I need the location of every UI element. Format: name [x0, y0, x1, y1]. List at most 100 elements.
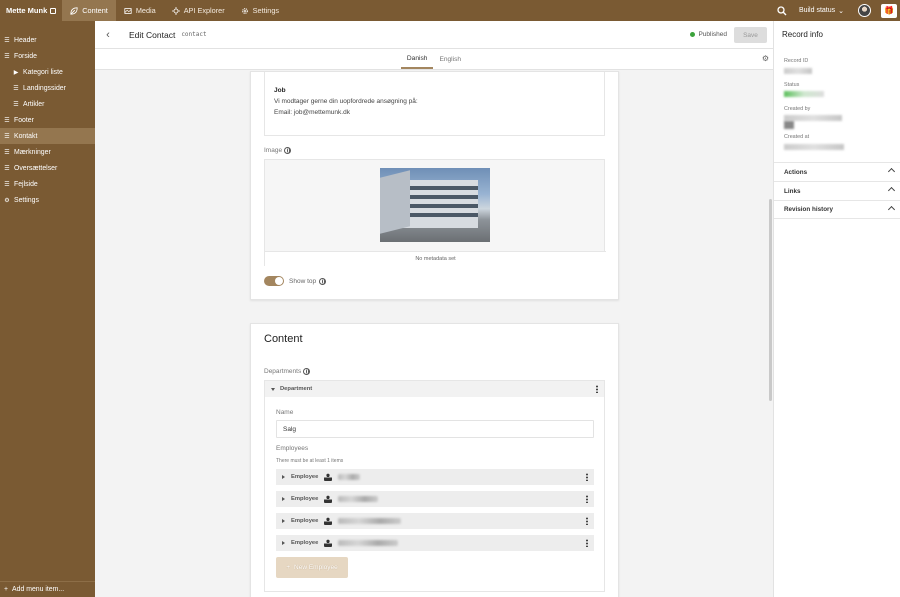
caret-down-icon[interactable]	[271, 387, 275, 391]
save-button[interactable]: Save	[734, 27, 767, 43]
person-icon	[324, 495, 333, 503]
show-top-label: Show top	[289, 278, 317, 285]
project-switcher[interactable]: Mette Munk	[0, 0, 62, 21]
menu-icon: ☰	[4, 149, 10, 156]
project-name: Mette Munk	[6, 6, 48, 15]
build-status-dropdown[interactable]: Build status ⌄	[799, 7, 844, 15]
more-options-icon[interactable]	[586, 517, 588, 525]
tab-settings[interactable]: Settings	[233, 0, 287, 21]
more-options-icon[interactable]	[596, 385, 598, 393]
person-icon	[324, 539, 333, 547]
sidebar-item-forside[interactable]: ☰ Forside	[0, 48, 95, 64]
record-id-label: Record ID	[784, 58, 809, 64]
build-status-label: Build status	[798, 7, 836, 14]
globe-icon	[284, 147, 292, 154]
sidebar-item-footer[interactable]: ☰ Footer	[0, 112, 95, 128]
sidebar-item-kategori-liste[interactable]: ▶ Kategori liste	[0, 64, 95, 80]
tab-media[interactable]: Media	[116, 0, 164, 21]
more-options-icon[interactable]	[586, 495, 588, 503]
employees-hint: There must be at least 1 items	[276, 458, 344, 464]
chevron-up-icon[interactable]	[887, 205, 896, 214]
add-menu-item-label: Add menu item...	[12, 586, 65, 593]
search-icon[interactable]	[777, 5, 787, 16]
sidebar-item-oversaettelser[interactable]: ☰ Oversættelser	[0, 160, 95, 176]
employee-row[interactable]: Employee	[276, 513, 594, 529]
record-info-panel: Record info Record ID Status Created by …	[773, 21, 900, 597]
scrollbar[interactable]	[769, 199, 772, 401]
more-options-icon[interactable]	[586, 473, 588, 481]
menu-icon: ☰	[13, 101, 19, 108]
api-icon	[171, 6, 180, 15]
record-editor: ‹ Edit Contact contact Published Save Da…	[95, 21, 773, 597]
sidebar-item-fejlside[interactable]: ☰ Fejlside	[0, 176, 95, 192]
caret-right-icon[interactable]	[282, 519, 285, 523]
gear-icon	[241, 7, 248, 14]
sidebar-item-kontakt[interactable]: ☰ Kontakt	[0, 128, 95, 144]
department-title: Department	[280, 386, 313, 392]
employee-label: Employee	[291, 540, 319, 546]
chevron-up-icon[interactable]	[887, 186, 896, 195]
actions-section[interactable]: Actions	[774, 162, 900, 181]
building-photo[interactable]	[380, 168, 490, 242]
gift-icon[interactable]: 🎁	[881, 3, 897, 18]
created-at-label: Created at	[784, 134, 810, 140]
departments-label: Departments	[264, 368, 302, 375]
sidebar-item-label: Oversættelser	[14, 164, 58, 172]
image-field-label: Image	[264, 147, 292, 154]
tab-danish[interactable]: Danish	[400, 49, 434, 69]
content-sidebar: ☰ Header ☰ Forside ▶ Kategori liste ☰ Landin…	[0, 21, 95, 597]
sidebar-item-landingssider[interactable]: ☰ Landingssider	[0, 80, 95, 96]
created-by-label: Created by	[784, 106, 811, 112]
sidebar-item-maerkninger[interactable]: ☰ Mærkninger	[0, 144, 95, 160]
plus-icon: +	[4, 586, 9, 593]
sidebar-item-label: Kategori liste	[23, 68, 63, 76]
employees-label: Employees	[276, 445, 309, 452]
editor-scroll-area[interactable]: Job Vi modtager gerne din uopfordrede an…	[95, 71, 773, 597]
person-icon	[324, 517, 333, 525]
menu-icon: ☰	[4, 37, 10, 44]
show-top-toggle[interactable]	[264, 276, 284, 286]
show-top-field-label: Show top	[289, 278, 327, 285]
sidebar-item-header[interactable]: ☰ Header	[0, 32, 95, 48]
content-card: Content Departments Department Name Salg…	[250, 323, 619, 597]
status-dot-icon	[690, 32, 696, 37]
image-field[interactable]: No metadata set	[264, 159, 606, 267]
chevron-up-icon[interactable]	[887, 167, 896, 176]
record-info-title: Record info	[782, 30, 823, 39]
employee-row[interactable]: Employee	[276, 469, 594, 485]
avatar[interactable]	[858, 4, 871, 17]
tab-english[interactable]: English	[433, 49, 467, 69]
more-options-icon[interactable]	[586, 539, 588, 547]
menu-icon: ☰	[13, 85, 19, 92]
status-badge: Published	[690, 31, 727, 38]
employee-row[interactable]: Employee	[276, 491, 594, 507]
page-title: Edit Contact	[129, 29, 176, 40]
department-header[interactable]: Department	[265, 381, 604, 397]
gear-icon[interactable]: ⚙	[762, 54, 769, 63]
caret-right-icon[interactable]	[282, 497, 285, 501]
caret-right-icon[interactable]	[282, 475, 285, 479]
sidebar-item-artikler[interactable]: ☰ Artikler	[0, 96, 95, 112]
editor-header: ‹ Edit Contact contact Published Save	[95, 21, 773, 49]
sidebar-item-label: Fejlside	[14, 180, 38, 188]
image-label: Image	[264, 147, 283, 154]
tab-api-explorer-label: API Explorer	[183, 6, 225, 15]
employee-row[interactable]: Employee	[276, 535, 594, 551]
tab-content[interactable]: Content	[62, 0, 116, 21]
add-menu-item-button[interactable]: + Add menu item...	[0, 581, 95, 597]
caret-right-icon[interactable]	[282, 541, 285, 545]
sidebar-item-label: Header	[14, 36, 37, 44]
new-employee-button[interactable]: + New Employee	[276, 557, 348, 578]
employee-label: Employee	[291, 518, 319, 524]
back-arrow-icon[interactable]: ‹	[95, 21, 121, 49]
building-shape	[398, 180, 478, 228]
plus-icon: +	[286, 564, 291, 571]
name-input[interactable]: Salg	[276, 420, 594, 438]
job-text-block[interactable]: Job Vi modtager gerne din uopfordrede an…	[264, 72, 605, 136]
caret-right-icon[interactable]: ▶	[13, 69, 19, 76]
tab-api-explorer[interactable]: API Explorer	[164, 0, 233, 21]
revision-history-section[interactable]: Revision history	[774, 200, 900, 219]
links-section[interactable]: Links	[774, 181, 900, 200]
top-navigation-bar: Mette Munk Content Media API Explorer Se…	[0, 0, 900, 21]
sidebar-item-settings[interactable]: ⚙ Settings	[0, 192, 95, 208]
